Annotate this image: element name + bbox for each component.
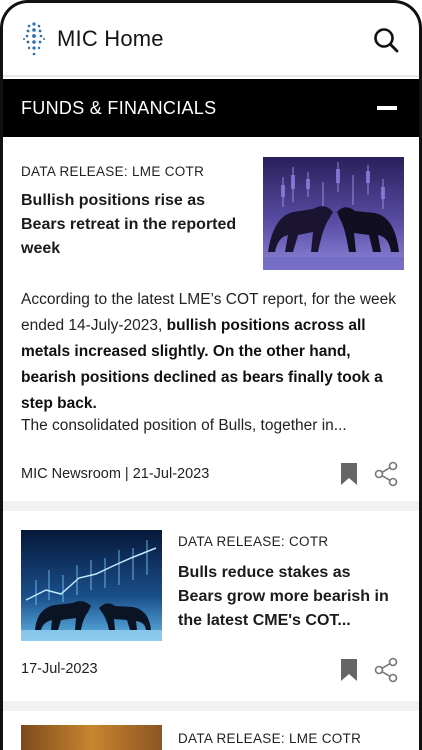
summary-continuation: The consolidated position of Bulls, toge… (21, 417, 347, 434)
bull-bear-thumbnail[interactable] (21, 530, 162, 641)
section-header-funds-financials[interactable]: FUNDS & FINANCIALS (3, 79, 419, 137)
section-title: FUNDS & FINANCIALS (21, 97, 217, 118)
article-headline[interactable]: Bulls reduce stakes as Bears grow more b… (178, 561, 398, 633)
article-card[interactable]: DATA RELEASE: LME COTR Bullish positions… (3, 137, 419, 511)
minus-icon[interactable] (377, 106, 397, 110)
article-meta: MIC Newsroom | 21-Jul-2023 (21, 466, 210, 482)
search-icon[interactable] (371, 25, 401, 55)
phone-frame: MIC Home FUNDS & FINANCIALS DATA RELEASE… (0, 0, 422, 750)
share-icon[interactable] (374, 657, 398, 683)
article-card[interactable]: DATA RELEASE: COTR Bulls reduce stakes a… (3, 521, 419, 711)
mic-logo-icon (23, 22, 45, 56)
article-headline[interactable]: Bullish positions rise as Bears retreat … (21, 189, 241, 261)
bookmark-icon[interactable] (340, 658, 358, 682)
article-card[interactable]: DATA RELEASE: LME COTR (3, 721, 419, 750)
article-summary: According to the latest LME’s COT report… (21, 287, 407, 417)
bull-bear-thumbnail[interactable] (263, 157, 404, 270)
share-icon[interactable] (374, 461, 398, 487)
article-tag: DATA RELEASE: LME COTR (21, 164, 205, 179)
article-thumbnail[interactable] (21, 725, 162, 750)
article-tag: DATA RELEASE: LME COTR (178, 731, 362, 746)
article-meta: 17-Jul-2023 (21, 661, 98, 677)
app-title: MIC Home (57, 26, 164, 51)
article-tag: DATA RELEASE: COTR (178, 534, 329, 549)
app-header: MIC Home (3, 3, 419, 77)
bookmark-icon[interactable] (340, 462, 358, 486)
